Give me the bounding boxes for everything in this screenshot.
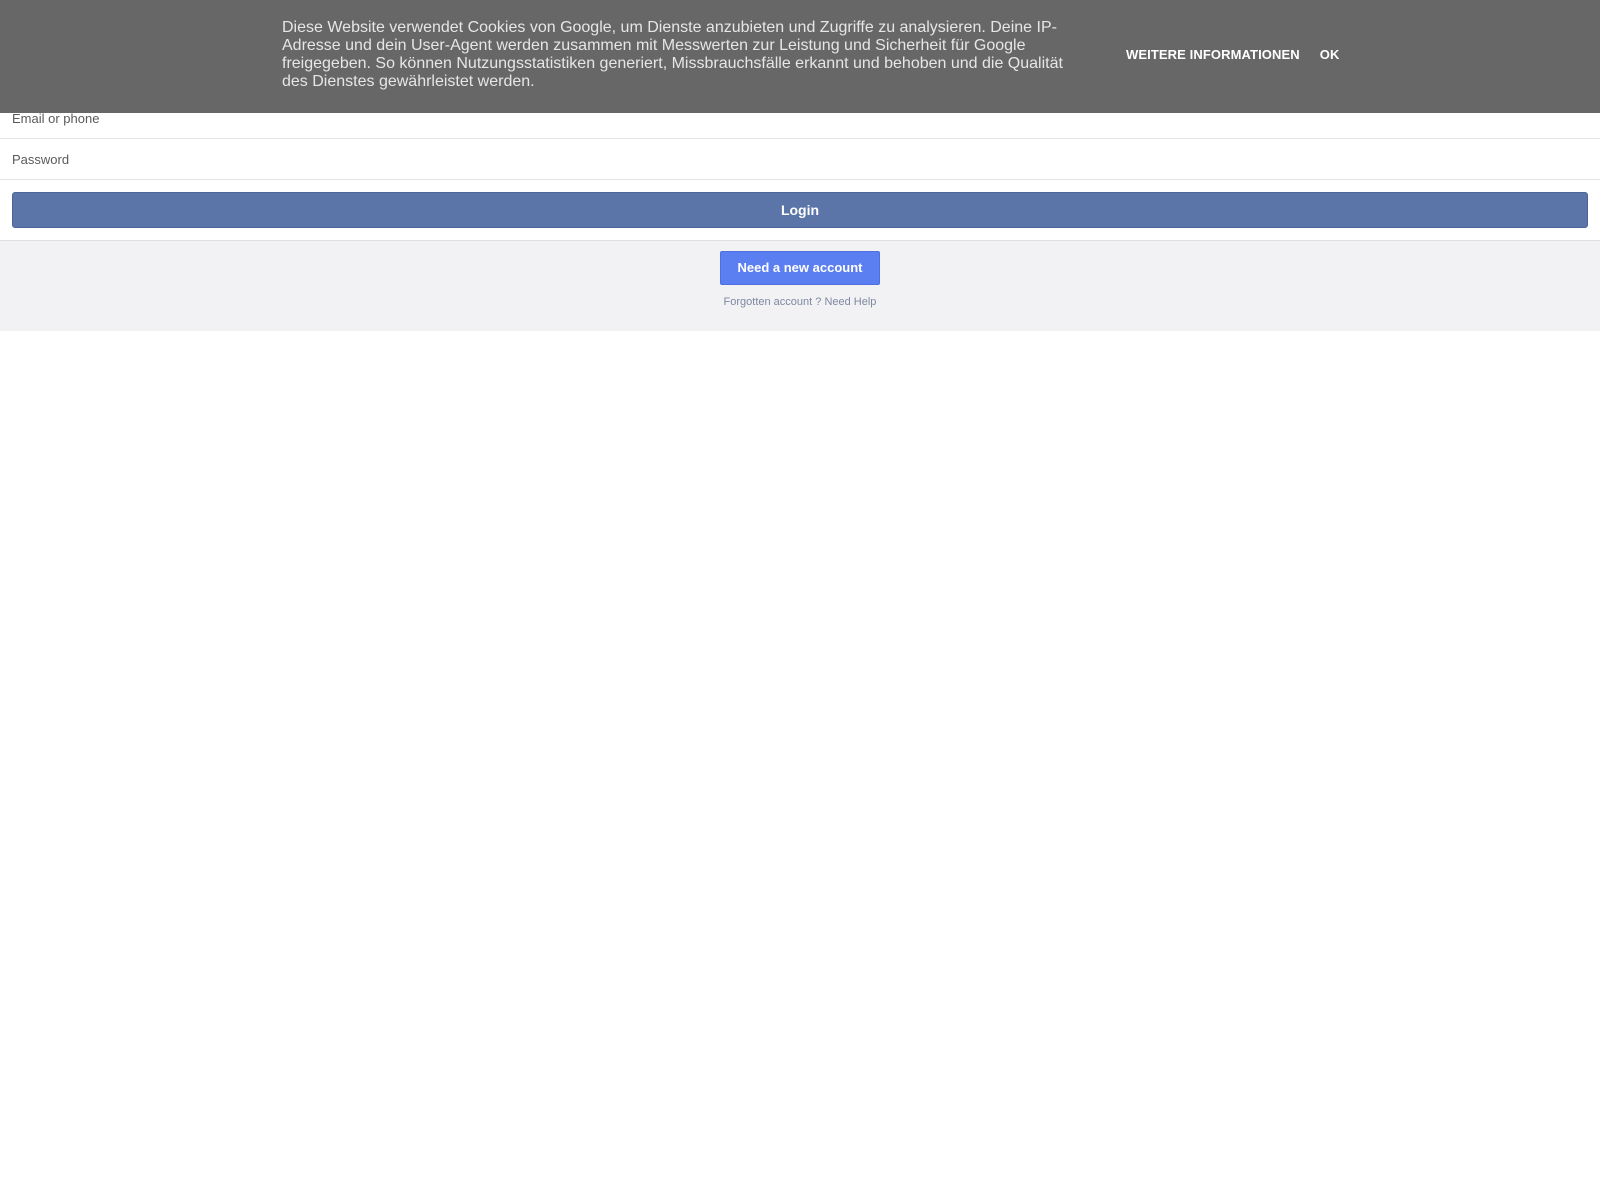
cookie-ok-button[interactable]: OK <box>1320 47 1340 62</box>
password-field[interactable] <box>0 140 1572 178</box>
more-info-link[interactable]: WEITERE INFORMATIONEN <box>1126 47 1300 62</box>
secondary-actions: Need a new account Forgotten account ? N… <box>0 241 1600 331</box>
need-help-link[interactable]: Need Help <box>824 296 876 308</box>
password-field-wrapper <box>0 140 1600 180</box>
login-button[interactable]: Login <box>12 192 1588 228</box>
new-account-button[interactable]: Need a new account <box>720 251 880 285</box>
cookie-banner: Diese Website verwendet Cookies von Goog… <box>0 0 1600 113</box>
login-button-row: Login <box>0 180 1600 241</box>
forgotten-account-link[interactable]: Forgotten account ? <box>724 296 822 308</box>
page: Login Need a new account Forgotten accou… <box>0 0 1600 1200</box>
cookie-actions: WEITERE INFORMATIONEN OK <box>1126 47 1339 62</box>
help-links: Forgotten account ? Need Help <box>0 296 1600 308</box>
cookie-notice-text: Diese Website verwendet Cookies von Goog… <box>282 19 1063 90</box>
